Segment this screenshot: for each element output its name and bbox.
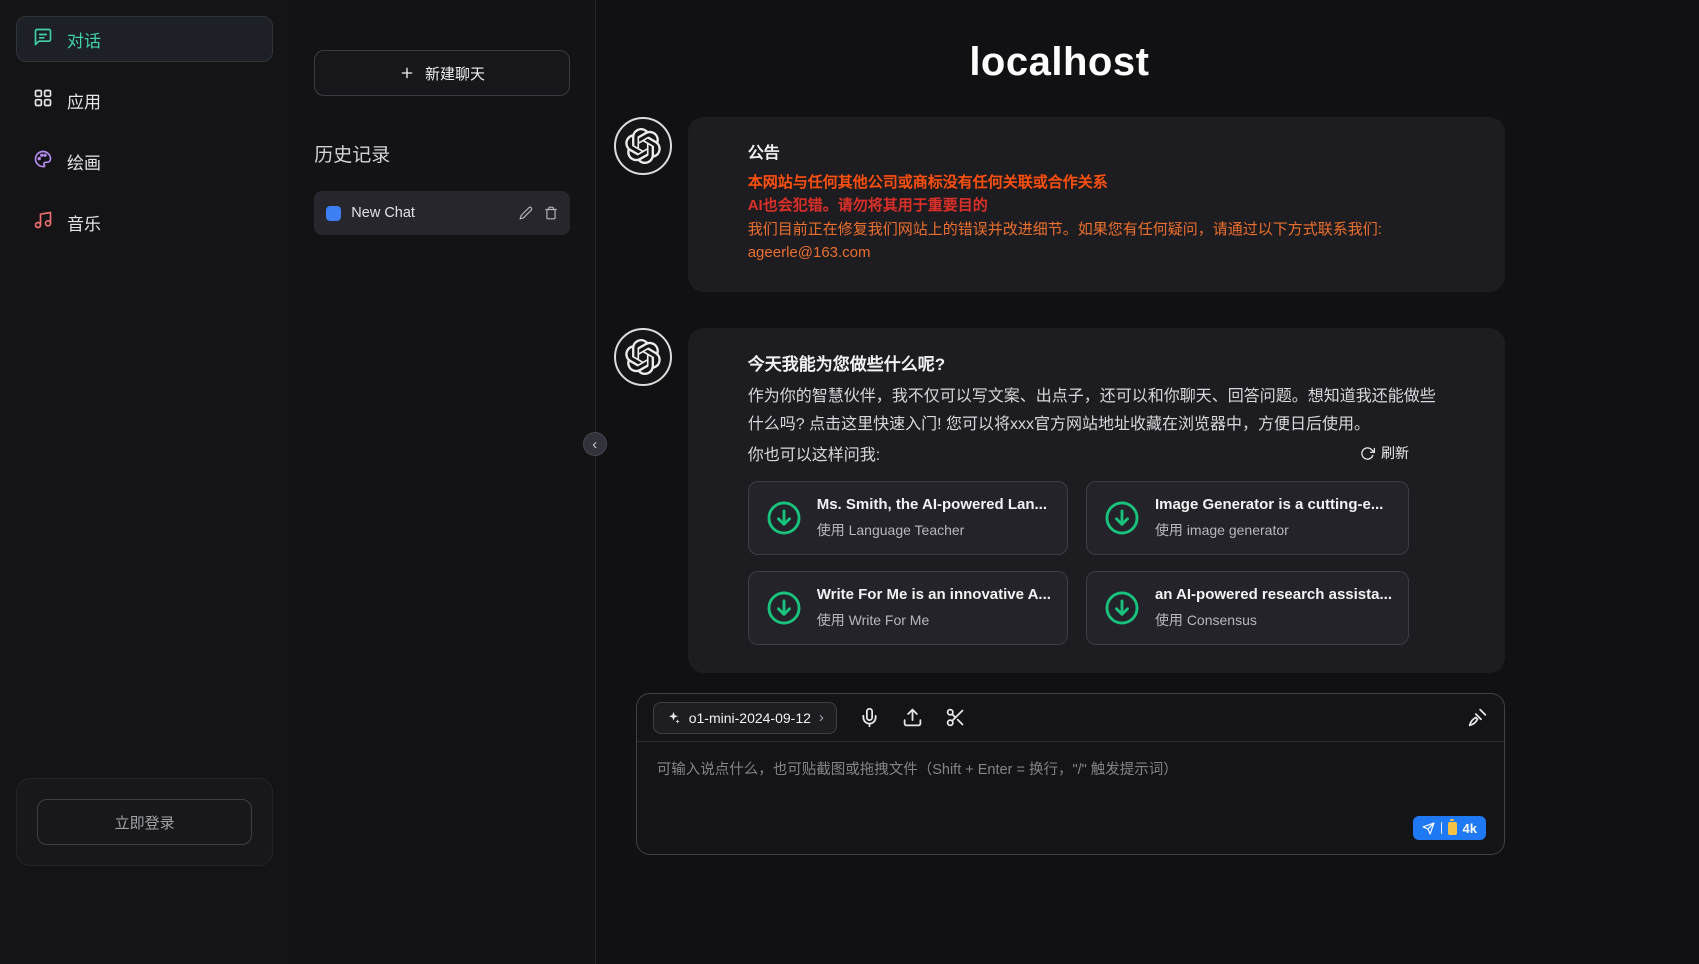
microphone-icon[interactable] bbox=[859, 707, 880, 728]
paper-plane-icon bbox=[1422, 822, 1435, 835]
refresh-suggestions-button[interactable]: 刷新 bbox=[1360, 443, 1409, 463]
chat-item-actions bbox=[519, 206, 558, 220]
chat-color-swatch bbox=[326, 206, 341, 221]
suggestion-card[interactable]: Image Generator is a cutting-e... 使用 ima… bbox=[1086, 481, 1409, 555]
assistant-message: 今天我能为您做些什么呢? 作为你的智慧伙伴，我不仅可以写文案、出点子，还可以和你… bbox=[614, 328, 1505, 673]
sidebar-item-chat[interactable]: 对话 bbox=[16, 16, 273, 62]
sidebar-item-music[interactable]: 音乐 bbox=[16, 199, 273, 245]
battery-icon bbox=[1448, 822, 1457, 835]
chat-title: New Chat bbox=[351, 205, 508, 221]
message-input[interactable]: 可输入说点什么，也可贴截图或拖拽文件（Shift + Enter = 换行，"/… bbox=[637, 742, 1504, 854]
apps-grid-icon bbox=[33, 88, 53, 113]
palette-icon bbox=[33, 149, 53, 174]
refresh-label: 刷新 bbox=[1381, 443, 1409, 463]
music-note-icon bbox=[33, 210, 53, 235]
model-name: o1-mini-2024-09-12 bbox=[689, 710, 811, 726]
circle-down-arrow-icon bbox=[1103, 589, 1141, 627]
new-chat-button[interactable]: 新建聊天 bbox=[314, 50, 569, 96]
main-chat-area: localhost 公告 本网站与任何其他公司或商标没有任何关联或合作关系 AI… bbox=[596, 0, 1699, 964]
chevron-right-icon: › bbox=[819, 709, 824, 726]
suggestion-subtitle: 使用 Consensus bbox=[1155, 610, 1392, 630]
welcome-body: 作为你的智慧伙伴，我不仅可以写文案、出点子，还可以和你聊天、回答问题。想知道我还… bbox=[748, 383, 1445, 439]
suggestion-card[interactable]: Write For Me is an innovative A... 使用 Wr… bbox=[748, 571, 1068, 645]
suggestion-subtitle: 使用 Write For Me bbox=[817, 610, 1051, 630]
scissors-icon[interactable] bbox=[945, 707, 966, 728]
circle-down-arrow-icon bbox=[765, 589, 803, 627]
suggestion-title: Image Generator is a cutting-e... bbox=[1155, 496, 1383, 513]
announcement-line: AI也会犯错。请勿将其用于重要目的 bbox=[748, 194, 1445, 217]
chat-list-panel: 新建聊天 历史记录 New Chat ‹ bbox=[289, 0, 595, 964]
assistant-avatar bbox=[614, 328, 672, 386]
trash-icon[interactable] bbox=[544, 206, 558, 220]
circle-down-arrow-icon bbox=[1103, 499, 1141, 537]
composer-toolbar: o1-mini-2024-09-12 › bbox=[637, 694, 1504, 742]
sidebar-item-apps[interactable]: 应用 bbox=[16, 77, 273, 123]
model-selector-button[interactable]: o1-mini-2024-09-12 › bbox=[653, 702, 837, 734]
chat-bubble-icon bbox=[33, 27, 53, 52]
suggestion-card[interactable]: an AI-powered research assista... 使用 Con… bbox=[1086, 571, 1409, 645]
suggestion-grid: Ms. Smith, the AI-powered Lan... 使用 Lang… bbox=[748, 481, 1445, 645]
sidebar-item-label: 绘画 bbox=[67, 149, 101, 174]
refresh-icon bbox=[1360, 446, 1375, 461]
suggestion-subtitle: 使用 image generator bbox=[1155, 520, 1383, 540]
collapse-sidebar-button[interactable]: ‹ bbox=[583, 432, 607, 456]
assistant-avatar bbox=[614, 117, 672, 175]
suggestion-title: an AI-powered research assista... bbox=[1155, 586, 1392, 603]
suggestion-text: Ms. Smith, the AI-powered Lan... 使用 Lang… bbox=[817, 496, 1047, 540]
broom-icon[interactable] bbox=[1467, 707, 1488, 728]
app-root: 对话 应用 绘画 音乐 立即登录 bbox=[0, 0, 1699, 964]
announcement-line: 本网站与任何其他公司或商标没有任何关联或合作关系 bbox=[748, 171, 1445, 194]
suggestion-text: Image Generator is a cutting-e... 使用 ima… bbox=[1155, 496, 1383, 540]
history-title: 历史记录 bbox=[314, 140, 569, 167]
assistant-message: 公告 本网站与任何其他公司或商标没有任何关联或合作关系 AI也会犯错。请勿将其用… bbox=[614, 117, 1505, 292]
openai-logo-icon bbox=[625, 128, 661, 164]
upload-icon[interactable] bbox=[902, 707, 923, 728]
announcement-title: 公告 bbox=[748, 139, 1445, 163]
badge-divider bbox=[1441, 822, 1442, 834]
ask-row: 你也可以这样问我: 刷新 bbox=[748, 441, 1445, 465]
sidebar-item-label: 应用 bbox=[67, 88, 101, 113]
welcome-bubble: 今天我能为您做些什么呢? 作为你的智慧伙伴，我不仅可以写文案、出点子，还可以和你… bbox=[688, 328, 1505, 673]
login-panel: 立即登录 bbox=[16, 778, 273, 866]
composer: o1-mini-2024-09-12 › 可输入说点什么，也可贴截图 bbox=[636, 693, 1505, 855]
welcome-title: 今天我能为您做些什么呢? bbox=[748, 350, 1445, 375]
message-list: 公告 本网站与任何其他公司或商标没有任何关联或合作关系 AI也会犯错。请勿将其用… bbox=[614, 117, 1505, 673]
circle-down-arrow-icon bbox=[765, 499, 803, 537]
sidebar-item-label: 音乐 bbox=[67, 210, 101, 235]
input-placeholder: 可输入说点什么，也可贴截图或拖拽文件（Shift + Enter = 换行，"/… bbox=[657, 762, 1178, 778]
ask-hint: 你也可以这样问我: bbox=[748, 441, 880, 465]
announcement-bubble: 公告 本网站与任何其他公司或商标没有任何关联或合作关系 AI也会犯错。请勿将其用… bbox=[688, 117, 1505, 292]
token-count: 4k bbox=[1463, 821, 1477, 836]
suggestion-title: Ms. Smith, the AI-powered Lan... bbox=[817, 496, 1047, 513]
openai-logo-icon bbox=[625, 339, 661, 375]
sidebar-item-label: 对话 bbox=[67, 27, 101, 52]
chat-history-item[interactable]: New Chat bbox=[314, 191, 569, 235]
login-button[interactable]: 立即登录 bbox=[37, 799, 252, 845]
pencil-icon[interactable] bbox=[519, 206, 533, 220]
plus-icon bbox=[399, 65, 415, 81]
suggestion-subtitle: 使用 Language Teacher bbox=[817, 520, 1047, 540]
sparkle-icon bbox=[666, 710, 681, 725]
suggestion-card[interactable]: Ms. Smith, the AI-powered Lan... 使用 Lang… bbox=[748, 481, 1068, 555]
token-count-badge[interactable]: 4k bbox=[1413, 816, 1486, 840]
sidebar: 对话 应用 绘画 音乐 立即登录 bbox=[0, 0, 289, 964]
suggestion-text: Write For Me is an innovative A... 使用 Wr… bbox=[817, 586, 1051, 630]
suggestion-title: Write For Me is an innovative A... bbox=[817, 586, 1051, 603]
new-chat-label: 新建聊天 bbox=[425, 63, 485, 84]
announcement-line: 我们目前正在修复我们网站上的错误并改进细节。如果您有任何疑问，请通过以下方式联系… bbox=[748, 218, 1445, 241]
page-title: localhost bbox=[614, 40, 1505, 85]
suggestion-text: an AI-powered research assista... 使用 Con… bbox=[1155, 586, 1392, 630]
announcement-contact-email: ageerle@163.com bbox=[748, 241, 1445, 264]
sidebar-item-drawing[interactable]: 绘画 bbox=[16, 138, 273, 184]
chevron-left-icon: ‹ bbox=[592, 437, 597, 452]
